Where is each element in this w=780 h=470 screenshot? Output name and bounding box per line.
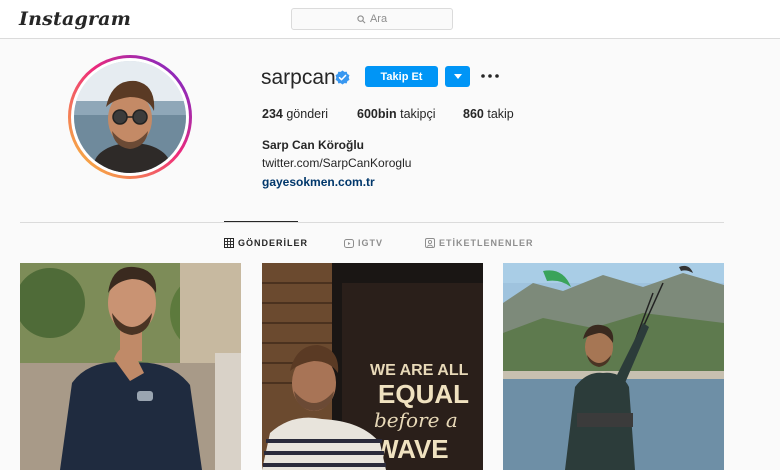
sign-text-line-3: before a xyxy=(374,408,458,432)
followers-label: takipçi xyxy=(400,107,436,121)
profile-full-name: Sarp Can Köroğlu xyxy=(262,138,365,152)
post-photo xyxy=(20,263,241,470)
tabs-divider xyxy=(20,222,724,223)
profile-username: sarpcan xyxy=(261,66,336,89)
post-thumbnail[interactable]: WE ARE ALL EQUAL before a WAVE xyxy=(262,263,483,470)
follow-button[interactable]: Takip Et xyxy=(365,66,438,87)
profile-bio: twitter.com/SarpCanKoroglu xyxy=(262,156,412,170)
tab-posts-label: GÖNDERİLER xyxy=(238,238,309,248)
active-tab-indicator xyxy=(224,221,298,222)
tab-tagged[interactable]: ETİKETLENENLER xyxy=(425,238,534,248)
suggestions-dropdown-button[interactable] xyxy=(445,66,470,87)
posts-label: gönderi xyxy=(286,107,329,121)
avatar-photo xyxy=(74,61,186,173)
more-options-button[interactable] xyxy=(480,68,500,84)
following-count: 860 xyxy=(463,107,484,121)
post-thumbnail[interactable] xyxy=(503,263,724,470)
search-placeholder: Ara xyxy=(369,13,388,25)
tab-posts[interactable]: GÖNDERİLER xyxy=(224,238,308,248)
more-options-icon xyxy=(481,74,499,78)
posts-count: 234 xyxy=(262,107,283,121)
sign-text-line-2: EQUAL xyxy=(378,379,469,409)
followers-count-stat[interactable]: 600bin takipçi xyxy=(357,107,436,121)
posts-count-stat: 234 gönderi xyxy=(262,107,328,121)
tagged-icon xyxy=(425,238,435,248)
tab-tagged-label: ETİKETLENENLER xyxy=(439,238,534,248)
igtv-icon xyxy=(344,239,354,248)
profile-avatar[interactable] xyxy=(68,55,192,179)
post-photo: WE ARE ALL EQUAL before a WAVE xyxy=(262,263,483,470)
following-label: takip xyxy=(487,107,514,121)
verified-badge-icon xyxy=(335,70,350,85)
post-photo xyxy=(503,263,724,470)
chevron-down-icon xyxy=(453,74,462,79)
profile-website-link[interactable]: gayesokmen.com.tr xyxy=(262,175,375,189)
search-icon xyxy=(357,14,366,23)
instagram-logo[interactable]: Instagram xyxy=(19,8,131,30)
sign-text-line-4: WAVE xyxy=(374,434,449,464)
top-navigation-bar: Instagram Ara xyxy=(0,0,780,39)
search-input[interactable]: Ara xyxy=(291,8,453,30)
followers-count: 600bin xyxy=(357,107,397,121)
sign-text-line-1: WE ARE ALL xyxy=(370,362,469,379)
tab-igtv[interactable]: IGTV xyxy=(344,238,383,248)
grid-icon xyxy=(224,238,234,248)
following-count-stat[interactable]: 860 takip xyxy=(463,107,514,121)
post-thumbnail[interactable] xyxy=(20,263,241,470)
tab-igtv-label: IGTV xyxy=(358,238,384,248)
